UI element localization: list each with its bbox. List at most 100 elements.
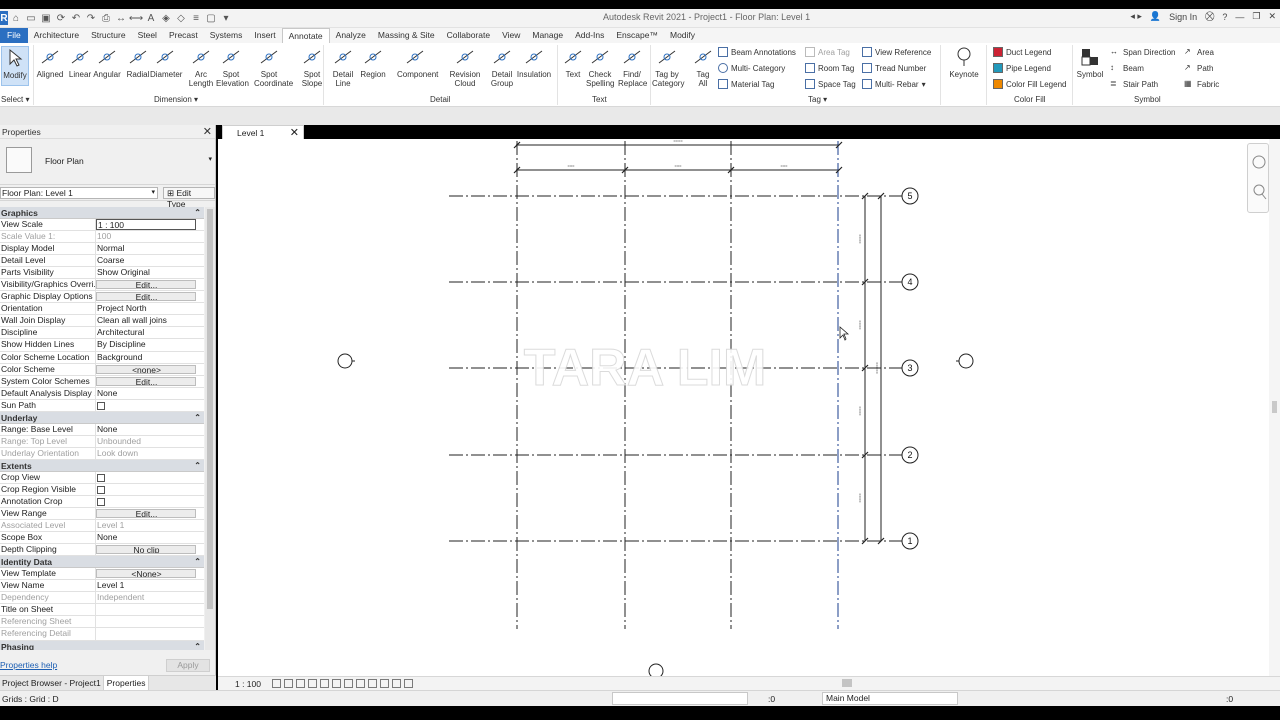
measure-icon[interactable]: ↔	[114, 11, 128, 25]
properties-help-link[interactable]: Properties help	[0, 660, 57, 670]
restore-icon[interactable]: ❐	[1252, 11, 1260, 22]
space-tag-button[interactable]: Space Tag	[805, 79, 856, 89]
checkbox[interactable]	[97, 473, 105, 482]
pipe-legend-button[interactable]: Pipe Legend	[993, 63, 1051, 73]
view-scale[interactable]: 1 : 100	[235, 679, 261, 689]
path-symbol-button[interactable]: ↗ Path	[1184, 63, 1213, 73]
visual-style-icon[interactable]	[284, 679, 293, 688]
type-selector[interactable]: Floor Plan ▾	[0, 139, 215, 185]
floor-plan-drawing[interactable]: 5 4 3 2 1 ==== === === === ==== ==== ===…	[218, 138, 1280, 679]
tab-annotate[interactable]: Annotate	[281, 28, 330, 43]
steering-wheel-icon[interactable]	[1248, 144, 1270, 214]
view-tab-level-1[interactable]: Level 1 ✕	[222, 125, 304, 139]
apply-button[interactable]: Apply	[166, 659, 210, 672]
shadows-icon[interactable]	[308, 679, 317, 688]
detail-group-button[interactable]: Detail Group	[484, 46, 520, 88]
close-view-icon[interactable]: ✕	[290, 126, 299, 139]
property-checkbox-cell[interactable]	[96, 472, 204, 483]
property-value[interactable]: Architectural	[96, 327, 204, 338]
filter-count[interactable]: :0	[1226, 694, 1233, 704]
tab-enscape[interactable]: Enscape™	[610, 28, 664, 43]
linear-button[interactable]: Linear	[65, 46, 95, 79]
collapse-icon[interactable]: ⌃	[194, 207, 201, 219]
check-spelling-button[interactable]: Check Spelling	[586, 46, 614, 88]
find-replace-button[interactable]: Find/ Replace	[618, 46, 647, 88]
tab-modify[interactable]: Modify	[664, 28, 701, 43]
spot-elevation-button[interactable]: Spot Elevation	[216, 46, 249, 88]
temp-hide-icon[interactable]	[356, 679, 365, 688]
insulation-button[interactable]: Insulation	[516, 46, 552, 79]
redo-icon[interactable]: ↷	[84, 11, 98, 25]
help-icon[interactable]: ?	[1222, 12, 1227, 22]
close-window-icon[interactable]: ✕	[1268, 11, 1276, 22]
thin-lines-icon[interactable]: ≡	[189, 11, 203, 25]
tab-add-ins[interactable]: Add-Ins	[569, 28, 610, 43]
beam-symbol-button[interactable]: ↕ Beam	[1110, 63, 1144, 73]
property-edit-button[interactable]: Edit...	[96, 292, 196, 302]
sync-icon[interactable]: ⟳	[54, 11, 68, 25]
area-tag-button[interactable]: Area Tag	[805, 47, 850, 57]
component-button[interactable]: Component	[397, 46, 438, 79]
beam-annotations-button[interactable]: Beam Annotations	[718, 47, 796, 57]
area-symbol-button[interactable]: ↗ Area	[1184, 47, 1214, 57]
detail-level-icon[interactable]	[272, 679, 281, 688]
property-checkbox-cell[interactable]	[96, 484, 204, 495]
select-panel-label[interactable]: Select ▾	[1, 95, 29, 104]
close-properties-icon[interactable]: ✕	[203, 125, 212, 139]
tab-project-browser[interactable]: Project Browser - Project1	[0, 676, 104, 690]
tab-structure[interactable]: Structure	[85, 28, 132, 43]
room-tag-button[interactable]: Room Tag	[805, 63, 854, 73]
stair-path-button[interactable]: ≣ Stair Path	[1110, 79, 1158, 89]
instance-selector[interactable]: Floor Plan: Level 1 ▾	[0, 187, 158, 199]
region-button[interactable]: Region	[355, 46, 391, 79]
color-fill-legend-button[interactable]: Color Fill Legend	[993, 79, 1066, 89]
aligned-button[interactable]: Aligned	[35, 46, 65, 79]
property-value[interactable]: None	[96, 532, 204, 543]
collapse-icon[interactable]: ⌃	[194, 641, 201, 651]
revit-logo-icon[interactable]: R	[0, 11, 8, 25]
edit-type-button[interactable]: ⊞ Edit Type	[163, 187, 215, 209]
cart-icon[interactable]: ⛒	[1205, 11, 1214, 22]
close-hidden-icon[interactable]: ▢	[204, 11, 218, 25]
arc-length-button[interactable]: Arc Length	[186, 46, 216, 88]
group-extents[interactable]: Extents ⌃	[0, 459, 204, 472]
3d-view-icon[interactable]: ◈	[159, 11, 173, 25]
property-value[interactable]: Project North	[96, 303, 204, 314]
sun-path-icon[interactable]	[296, 679, 305, 688]
vertical-scrollbar[interactable]	[1269, 139, 1280, 676]
checkbox[interactable]	[97, 485, 105, 494]
open-icon[interactable]: ▭	[24, 11, 38, 25]
property-value[interactable]	[96, 604, 204, 615]
fabric-symbol-button[interactable]: ▦ Fabric	[1184, 79, 1219, 89]
highlight-icon[interactable]	[404, 679, 413, 688]
group-underlay[interactable]: Underlay ⌃	[0, 411, 204, 424]
horizontal-scrollbar-thumb[interactable]	[842, 679, 852, 687]
tag-all-button[interactable]: Tag All	[688, 46, 718, 88]
property-checkbox-cell[interactable]	[96, 400, 204, 411]
minimize-icon[interactable]: —	[1235, 12, 1244, 22]
tab-view[interactable]: View	[496, 28, 526, 43]
diameter-button[interactable]: Diameter	[150, 46, 182, 79]
collapse-icon[interactable]: ⌃	[194, 556, 201, 568]
property-edit-button[interactable]: Edit...	[96, 509, 196, 519]
property-checkbox-cell[interactable]	[96, 496, 204, 507]
spot-coordinate-button[interactable]: Spot Coordinate	[254, 46, 293, 88]
checkbox[interactable]	[97, 401, 105, 410]
search-arrows-icon[interactable]: ◂ ▸	[1130, 11, 1142, 22]
property-edit-button[interactable]: Edit...	[96, 376, 196, 386]
user-icon[interactable]: 👤	[1150, 11, 1161, 22]
print-icon[interactable]: ⎙	[99, 11, 113, 25]
group-phasing[interactable]: Phasing ⌃	[0, 640, 204, 651]
undo-icon[interactable]: ↶	[69, 11, 83, 25]
tab-file[interactable]: File	[0, 28, 28, 43]
navigation-bar[interactable]	[1247, 143, 1269, 213]
lock-3d-icon[interactable]	[344, 679, 353, 688]
design-option-selector[interactable]: Main Model	[822, 692, 958, 705]
property-edit-button[interactable]: No clip	[96, 545, 196, 555]
section-icon[interactable]: ◇	[174, 11, 188, 25]
group-identity-data[interactable]: Identity Data ⌃	[0, 556, 204, 569]
angular-button[interactable]: Angular	[92, 46, 122, 79]
tag-by-category-button[interactable]: Tag by Category	[652, 46, 684, 88]
tab-analyze[interactable]: Analyze	[330, 28, 372, 43]
property-edit-button[interactable]: <none>	[96, 364, 196, 374]
